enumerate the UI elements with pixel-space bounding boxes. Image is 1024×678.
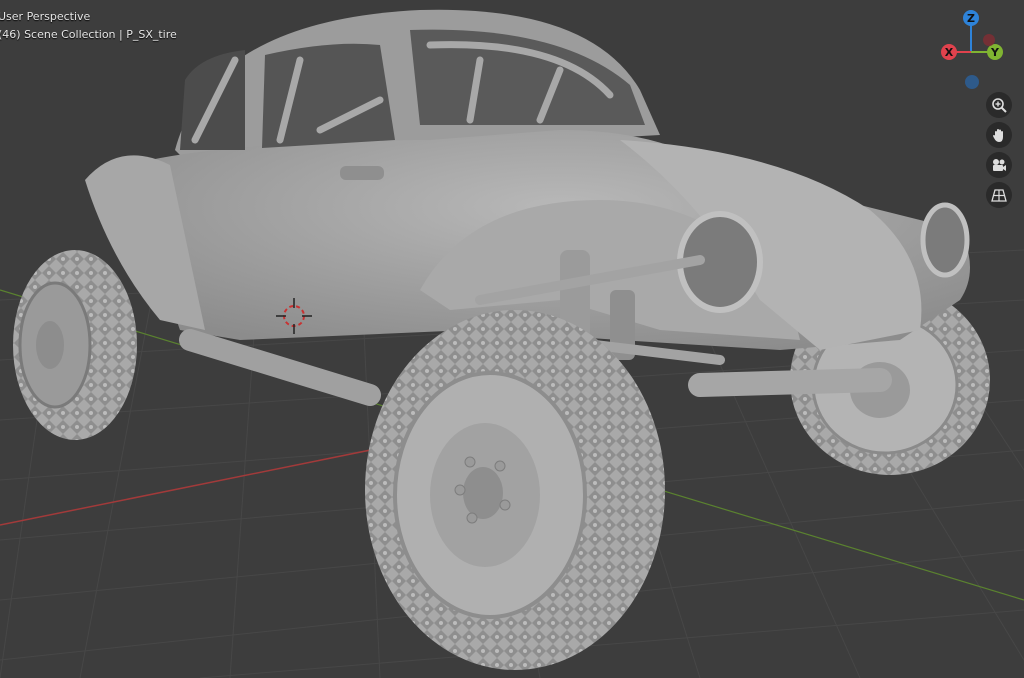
- rear-left-tire: [13, 250, 137, 440]
- svg-text:Z: Z: [967, 12, 975, 25]
- neg-x-handle: [983, 34, 995, 46]
- navigation-gizmo[interactable]: Z Y X: [934, 8, 1014, 98]
- x-axis-line: [0, 439, 421, 526]
- view-label: User Perspective: [0, 10, 91, 23]
- neg-z-handle: [965, 75, 979, 89]
- 3d-viewport[interactable]: User Perspective (46) Scene Collection |…: [0, 0, 1024, 678]
- svg-text:Y: Y: [990, 46, 1000, 59]
- scene-render: [0, 9, 1024, 678]
- front-left-tire: [365, 310, 665, 670]
- grid-ortho-icon[interactable]: [986, 182, 1012, 208]
- zoom-icon[interactable]: [986, 92, 1012, 118]
- collection-label: (46) Scene Collection | P_SX_tire: [0, 28, 177, 41]
- svg-text:X: X: [945, 46, 954, 59]
- camera-icon[interactable]: [986, 152, 1012, 178]
- hand-pan-icon[interactable]: [986, 122, 1012, 148]
